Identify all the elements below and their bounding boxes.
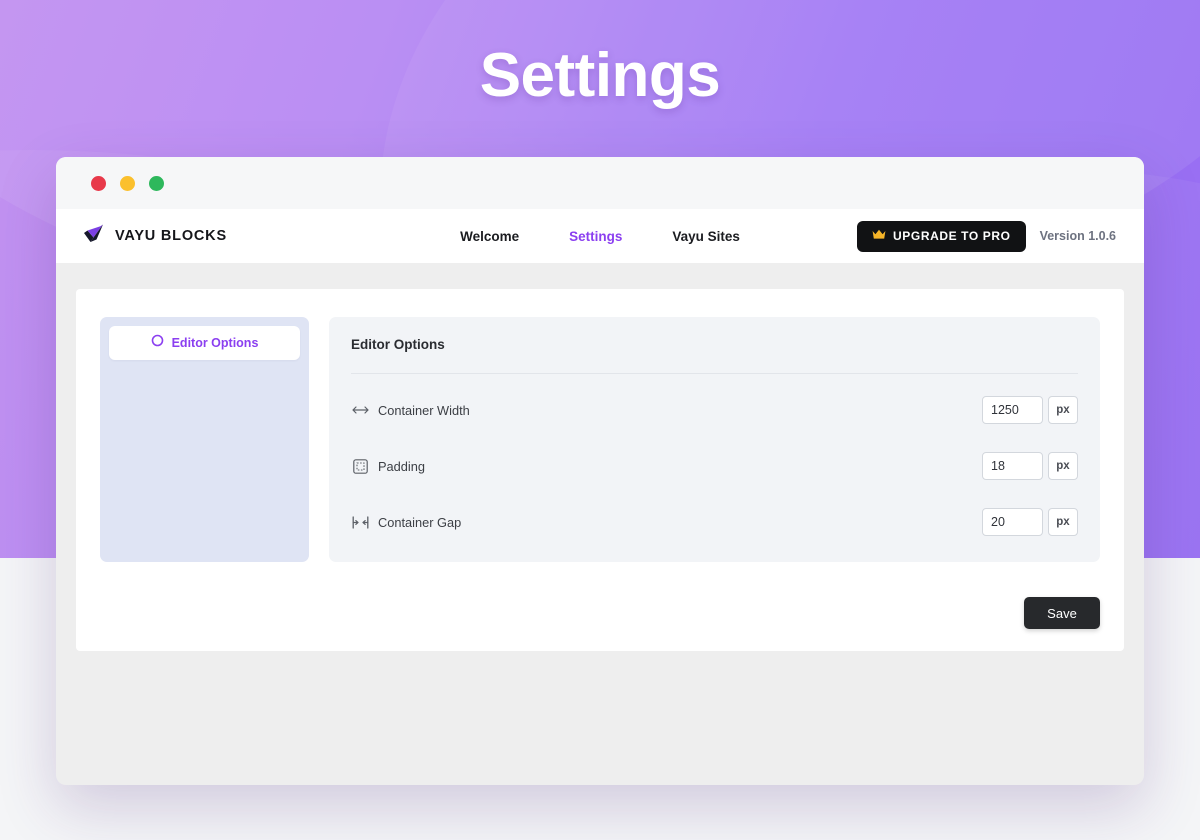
container-gap-unit[interactable]: px [1048, 508, 1078, 536]
nav-link-welcome[interactable]: Welcome [460, 229, 519, 244]
padding-square-icon [351, 457, 369, 475]
setting-label: Padding [378, 458, 425, 474]
settings-page: Editor Options Editor Options Container … [76, 289, 1124, 651]
navbar-right: UPGRADE TO PRO Version 1.0.6 [857, 220, 1116, 252]
version-label: Version 1.0.6 [1039, 229, 1116, 243]
container-width-input[interactable] [982, 396, 1043, 424]
checkmark-logo-icon [82, 223, 106, 250]
settings-columns: Editor Options Editor Options Container … [100, 317, 1100, 562]
card-title: Editor Options [351, 337, 445, 352]
horizontal-arrows-icon [351, 401, 369, 419]
setting-control: px [982, 396, 1078, 424]
card-divider [351, 373, 1078, 374]
page-title: Settings [479, 41, 721, 110]
brand-name: VAYU BLOCKS [115, 228, 227, 244]
setting-row-container-width: Container Width px [351, 382, 1078, 438]
editor-options-card: Editor Options Container Width px [329, 317, 1100, 562]
brand[interactable]: VAYU BLOCKS [82, 223, 227, 250]
padding-input[interactable] [982, 452, 1043, 480]
sidebar-item-label: Editor Options [171, 336, 259, 350]
gap-icon [351, 513, 369, 531]
setting-control: px [982, 452, 1078, 480]
settings-sidebar: Editor Options [100, 317, 309, 562]
window-maximize-icon[interactable] [149, 175, 164, 191]
save-button[interactable]: Save [1024, 597, 1100, 629]
upgrade-to-pro-button[interactable]: UPGRADE TO PRO [857, 220, 1026, 252]
upgrade-to-pro-label: UPGRADE TO PRO [893, 229, 1011, 243]
content-top-strip [56, 263, 1144, 289]
setting-label: Container Width [378, 402, 470, 418]
window-minimize-icon[interactable] [120, 175, 135, 191]
window-titlebar [56, 157, 1144, 209]
page-footer: Save [100, 579, 1100, 651]
padding-unit[interactable]: px [1048, 452, 1078, 480]
setting-row-container-gap: Container Gap px [351, 494, 1078, 550]
crown-icon [872, 229, 886, 243]
nav-link-settings[interactable]: Settings [569, 229, 622, 244]
browser-window: VAYU BLOCKS Welcome Settings Vayu Sites … [56, 157, 1144, 785]
setting-row-padding: Padding px [351, 438, 1078, 494]
nav-link-vayu-sites[interactable]: Vayu Sites [672, 229, 740, 244]
setting-label: Container Gap [378, 514, 462, 530]
container-gap-input[interactable] [982, 508, 1043, 536]
plugin-navbar: VAYU BLOCKS Welcome Settings Vayu Sites … [56, 209, 1144, 263]
circle-ring-icon [151, 334, 164, 352]
window-close-icon[interactable] [91, 175, 106, 191]
container-width-unit[interactable]: px [1048, 396, 1078, 424]
sidebar-item-editor-options[interactable]: Editor Options [109, 326, 300, 360]
setting-control: px [982, 508, 1078, 536]
